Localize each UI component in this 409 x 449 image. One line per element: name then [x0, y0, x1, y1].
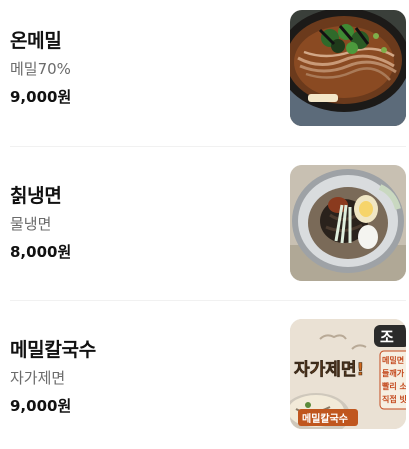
- menu-item-price: 9,000원: [10, 397, 72, 415]
- promo-side-line: 직접 빗: [382, 394, 406, 404]
- menu-item-on-memil[interactable]: 온메밀 메밀70% 9,000원: [0, 0, 409, 140]
- menu-item-name: 칡냉면: [10, 185, 62, 207]
- hot-soba-bowl-photo[interactable]: [290, 10, 406, 126]
- buckwheat-kalguksu-promo-photo[interactable]: 조 자가제면! 메밀면 들깨가 빨리 소 직접 빗 메밀칼국수: [290, 319, 406, 429]
- menu-item-description: 자가제면: [10, 369, 66, 387]
- divider: [10, 300, 406, 301]
- promo-headline: 자가제면!: [294, 360, 364, 380]
- menu-item-price: 8,000원: [10, 243, 72, 261]
- menu-item-description: 물냉면: [10, 215, 52, 233]
- cold-noodle-bowl-illustration: [290, 165, 406, 281]
- kalguksu-promo-illustration: 조 자가제면! 메밀면 들깨가 빨리 소 직접 빗 메밀칼국수: [290, 319, 406, 429]
- hot-soba-bowl-illustration: [290, 10, 406, 126]
- menu-item-chik-naengmyeon[interactable]: 칡냉면 물냉면 8,000원: [0, 155, 409, 295]
- menu-item-name: 온메밀: [10, 30, 62, 52]
- promo-side-line: 들깨가: [382, 368, 405, 378]
- promo-corner-text: 조: [380, 328, 394, 346]
- promo-side-line: 메밀면: [382, 355, 404, 365]
- promo-badge: 메밀칼국수: [302, 412, 348, 425]
- menu-item-description: 메밀70%: [10, 60, 71, 78]
- promo-side-line: 빨리 소: [382, 381, 406, 391]
- divider: [10, 146, 406, 147]
- menu-item-memil-kalguksu[interactable]: 메밀칼국수 자가제면 9,000원 조 자가제면! 메밀면 들깨가 빨리 소 직…: [0, 309, 409, 449]
- arrowroot-cold-noodle-photo[interactable]: [290, 165, 406, 281]
- menu-list: 온메밀 메밀70% 9,000원 칡냉면 물냉면 8,000원 메밀칼국수 자가…: [0, 0, 409, 429]
- menu-item-name: 메밀칼국수: [10, 339, 96, 361]
- menu-item-price: 9,000원: [10, 88, 72, 106]
